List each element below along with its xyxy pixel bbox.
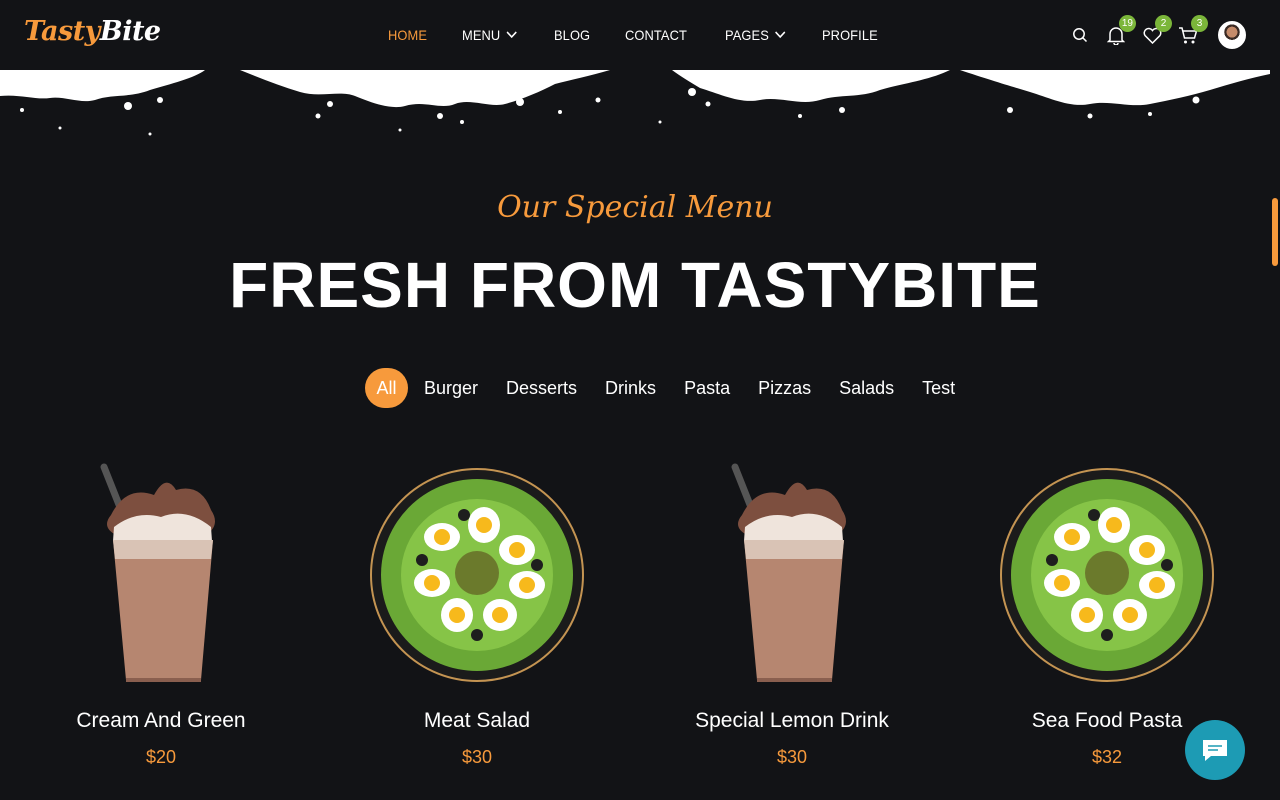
logo-text-tasty: Tasty [24,16,100,47]
filter-pizzas[interactable]: Pizzas [758,368,811,408]
user-avatar[interactable] [1218,21,1246,49]
logo[interactable]: TastyBite [24,16,161,47]
nav-home[interactable]: HOME [388,27,427,43]
chat-icon [1203,740,1227,761]
filter-desserts[interactable]: Desserts [506,368,577,408]
product-card[interactable]: Sea Food Pasta $32 [982,455,1232,767]
product-card[interactable]: Meat Salad $30 [352,455,602,767]
scrollbar-thumb[interactable] [1272,198,1278,266]
wishlist-badge: 2 [1155,15,1172,32]
nav-home-label: HOME [388,27,428,43]
milkshake-image [731,463,846,682]
nav-blog[interactable]: BLOG [554,27,590,43]
nav-pages[interactable]: PAGES [725,27,785,43]
nav-menu[interactable]: MENU [462,27,517,43]
chat-button[interactable] [1185,720,1245,780]
filter-drinks[interactable]: Drinks [605,368,656,408]
nav-menu-label: MENU [462,27,501,43]
nav-contact-label: CONTACT [625,27,688,43]
product-price: $20 [145,747,177,767]
filter-all[interactable]: All [365,368,408,408]
wishlist-button[interactable]: 2 [1142,15,1172,45]
cart-button[interactable]: 3 [1178,15,1208,45]
nav-pages-label: PAGES [724,27,769,43]
product-card[interactable]: Cream And Green $20 [36,455,286,767]
paint-splatter-divider [0,70,1270,136]
notifications-button[interactable]: 19 [1106,15,1136,45]
main-nav: HOME MENU BLOG CONTACT PAGES PROFILE [388,0,915,70]
cart-badge: 3 [1191,15,1208,32]
page-scrollbar[interactable] [1270,0,1280,800]
product-price: $30 [461,747,493,767]
filter-test[interactable]: Test [922,368,955,408]
filter-salads[interactable]: Salads [839,368,894,408]
product-price: $30 [776,747,808,767]
chevron-down-icon [774,31,785,39]
section-subtitle: Our Special Menu [497,190,773,225]
notifications-badge: 19 [1118,15,1136,32]
nav-profile-label: PROFILE [822,27,879,43]
milkshake-image [100,463,215,682]
nav-blog-label: BLOG [554,27,591,43]
salad-image [1000,468,1214,682]
product-grid: Cream And Green $20 Meat Salad $30 Speci… [0,455,1270,800]
search-button[interactable] [1070,25,1090,45]
logo-text-bite: Bite [99,16,161,47]
header-icons: 19 2 3 [1054,0,1246,70]
category-filters: All Burger Desserts Drinks Pasta Pizzas … [365,368,983,408]
product-card[interactable]: Special Lemon Drink $30 [667,455,917,767]
site-header: TastyBite HOME MENU BLOG CONTACT PAGES P… [0,0,1280,70]
section-title: FRESH FROM TASTYBITE [229,249,1041,321]
nav-profile[interactable]: PROFILE [822,27,878,43]
filter-pasta[interactable]: Pasta [684,368,730,408]
product-name[interactable]: Special Lemon Drink [667,709,917,733]
filter-burger[interactable]: Burger [424,368,478,408]
chevron-down-icon [506,31,517,39]
salad-image [370,468,584,682]
search-icon [1073,28,1088,43]
product-name[interactable]: Cream And Green [36,709,286,733]
product-name[interactable]: Meat Salad [352,709,602,733]
nav-contact[interactable]: CONTACT [625,27,687,43]
